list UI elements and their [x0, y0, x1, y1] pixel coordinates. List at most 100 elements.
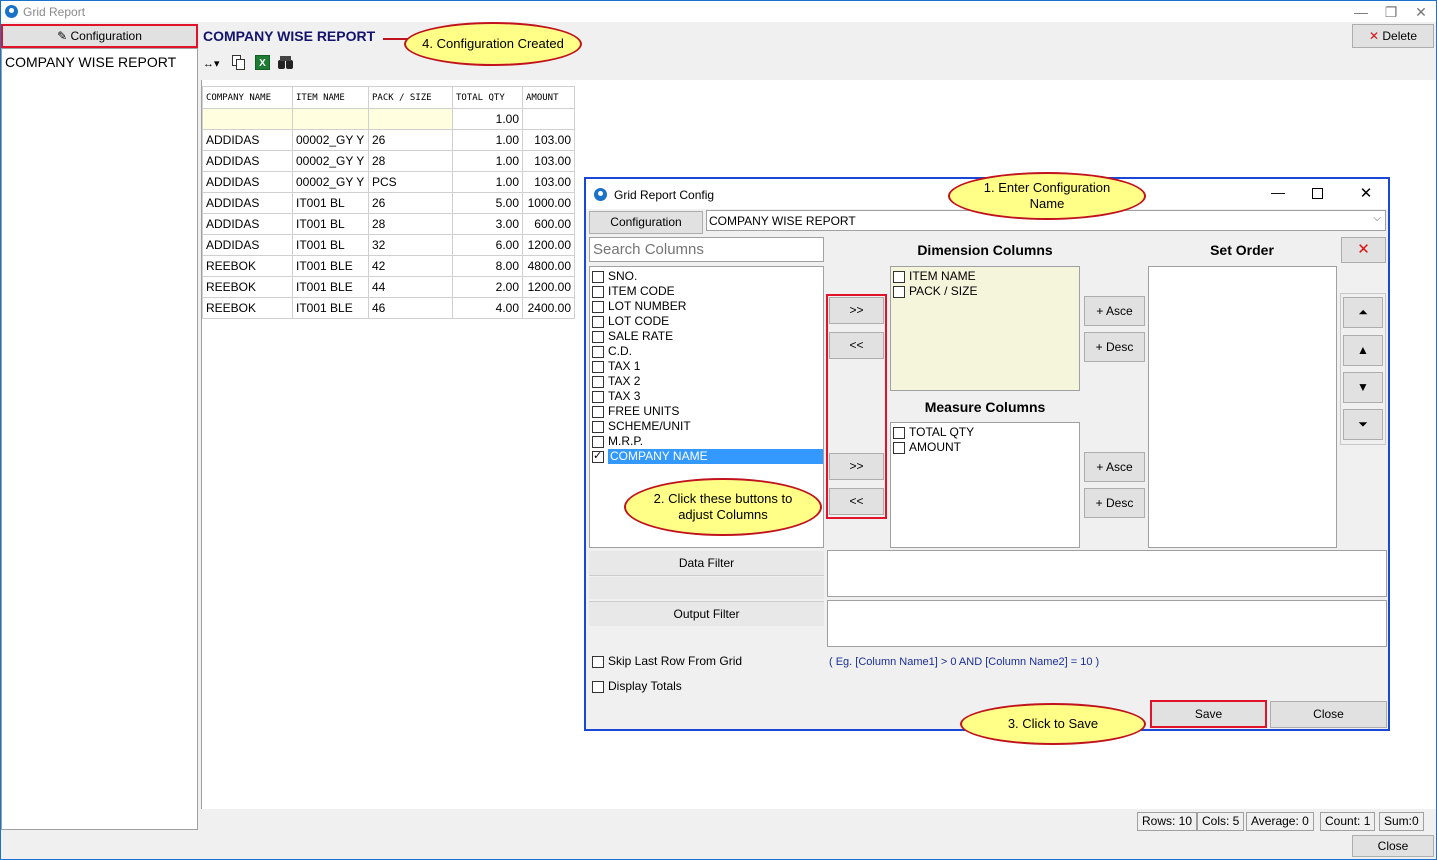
table-cell[interactable]: [522, 108, 575, 130]
table-cell[interactable]: IT001 BLE: [292, 297, 369, 319]
excel-icon[interactable]: X: [255, 55, 270, 70]
table-cell[interactable]: 4800.00: [522, 255, 575, 277]
available-column-item[interactable]: TAX 2: [592, 374, 823, 389]
table-cell[interactable]: REEBOK: [202, 297, 293, 319]
measure-asce-button[interactable]: + Asce: [1084, 452, 1145, 482]
dimension-desc-button[interactable]: + Desc: [1084, 332, 1145, 362]
table-cell[interactable]: IT001 BLE: [292, 276, 369, 298]
measure-desc-button[interactable]: + Desc: [1084, 488, 1145, 518]
table-cell[interactable]: 2400.00: [522, 297, 575, 319]
table-cell[interactable]: 5.00: [452, 192, 523, 214]
move-to-dimension-button[interactable]: >>: [829, 297, 884, 324]
available-column-item[interactable]: C.D.: [592, 344, 823, 359]
table-cell[interactable]: 00002_GY Y: [292, 171, 369, 193]
table-cell[interactable]: 103.00: [522, 171, 575, 193]
table-cell[interactable]: 600.00: [522, 213, 575, 235]
table-cell[interactable]: ADDIDAS: [202, 129, 293, 151]
column-header[interactable]: ITEM NAME: [292, 86, 369, 109]
available-column-item[interactable]: TAX 1: [592, 359, 823, 374]
available-column-item[interactable]: LOT CODE: [592, 314, 823, 329]
display-totals-checkbox[interactable]: Display Totals: [592, 679, 682, 694]
table-row[interactable]: ADDIDAS 00002_GY Y PCS 1.00 103.00: [202, 171, 575, 193]
table-cell[interactable]: 1.00: [452, 108, 523, 130]
column-header[interactable]: AMOUNT: [522, 86, 575, 109]
column-header[interactable]: TOTAL QTY: [452, 86, 523, 109]
table-cell[interactable]: ADDIDAS: [202, 171, 293, 193]
measure-column-item[interactable]: TOTAL QTY: [893, 425, 1079, 440]
move-up-button[interactable]: ▲: [1343, 335, 1383, 366]
minimize-button[interactable]: —: [1351, 3, 1371, 21]
table-cell[interactable]: 1000.00: [522, 192, 575, 214]
table-cell[interactable]: IT001 BLE: [292, 255, 369, 277]
configuration-button[interactable]: ✎ Configuration: [1, 24, 198, 48]
available-column-item[interactable]: SALE RATE: [592, 329, 823, 344]
table-cell[interactable]: 28: [368, 150, 453, 172]
output-filter-input[interactable]: [827, 600, 1387, 647]
table-cell[interactable]: REEBOK: [202, 276, 293, 298]
table-cell[interactable]: 8.00: [452, 255, 523, 277]
table-row[interactable]: REEBOK IT001 BLE 42 8.00 4800.00: [202, 255, 575, 277]
table-row[interactable]: ADDIDAS IT001 BL 28 3.00 600.00: [202, 213, 575, 235]
table-cell[interactable]: 2.00: [452, 276, 523, 298]
available-column-item[interactable]: TAX 3: [592, 389, 823, 404]
table-cell[interactable]: REEBOK: [202, 255, 293, 277]
remove-from-dimension-button[interactable]: <<: [829, 332, 884, 359]
dimension-asce-button[interactable]: + Asce: [1084, 296, 1145, 326]
fit-columns-icon[interactable]: ↔▾: [203, 56, 225, 72]
dialog-minimize-button[interactable]: —: [1268, 184, 1288, 200]
delete-button[interactable]: ✕ Delete: [1352, 24, 1434, 48]
table-cell[interactable]: PCS: [368, 171, 453, 193]
dialog-close-button[interactable]: ✕: [1356, 184, 1376, 202]
move-top-button[interactable]: ⏶: [1343, 297, 1383, 328]
table-cell[interactable]: 32: [368, 234, 453, 256]
table-cell[interactable]: 1.00: [452, 129, 523, 151]
column-header[interactable]: PACK / SIZE: [368, 86, 453, 109]
table-cell[interactable]: [202, 108, 293, 130]
skip-last-row-checkbox[interactable]: Skip Last Row From Grid: [592, 654, 742, 669]
table-row[interactable]: ADDIDAS IT001 BL 32 6.00 1200.00: [202, 234, 575, 256]
table-cell[interactable]: [368, 108, 453, 130]
available-column-item[interactable]: SCHEME/UNIT: [592, 419, 823, 434]
available-column-item[interactable]: FREE UNITS: [592, 404, 823, 419]
search-columns-input[interactable]: [589, 237, 824, 262]
table-row[interactable]: ADDIDAS 00002_GY Y 26 1.00 103.00: [202, 129, 575, 151]
available-column-item[interactable]: M.R.P.: [592, 434, 823, 449]
available-column-item[interactable]: SNO.: [592, 269, 823, 284]
table-cell[interactable]: 00002_GY Y: [292, 150, 369, 172]
remove-from-measure-button[interactable]: <<: [829, 488, 884, 515]
table-row[interactable]: 1.00: [202, 108, 575, 130]
table-row[interactable]: ADDIDAS IT001 BL 26 5.00 1000.00: [202, 192, 575, 214]
available-column-item[interactable]: COMPANY NAME: [592, 449, 823, 464]
data-filter-input[interactable]: [827, 550, 1387, 597]
available-column-item[interactable]: LOT NUMBER: [592, 299, 823, 314]
table-cell[interactable]: IT001 BL: [292, 213, 369, 235]
dialog-configuration-button[interactable]: Configuration: [589, 211, 703, 234]
table-cell[interactable]: 44: [368, 276, 453, 298]
table-cell[interactable]: 26: [368, 192, 453, 214]
dimension-column-item[interactable]: PACK / SIZE: [893, 284, 1079, 299]
table-cell[interactable]: 103.00: [522, 150, 575, 172]
table-row[interactable]: REEBOK IT001 BLE 46 4.00 2400.00: [202, 297, 575, 319]
restore-button[interactable]: ❐: [1381, 3, 1401, 21]
table-cell[interactable]: IT001 BL: [292, 192, 369, 214]
table-cell[interactable]: 26: [368, 129, 453, 151]
copy-icon[interactable]: [232, 55, 246, 71]
table-cell[interactable]: 6.00: [452, 234, 523, 256]
table-cell[interactable]: 1.00: [452, 171, 523, 193]
main-close-button[interactable]: Close: [1352, 835, 1434, 857]
table-cell[interactable]: ADDIDAS: [202, 213, 293, 235]
table-cell[interactable]: 3.00: [452, 213, 523, 235]
sidebar-item-company-wise-report[interactable]: COMPANY WISE REPORT: [5, 54, 176, 70]
table-row[interactable]: ADDIDAS 00002_GY Y 28 1.00 103.00: [202, 150, 575, 172]
table-cell[interactable]: 28: [368, 213, 453, 235]
table-cell[interactable]: 46: [368, 297, 453, 319]
save-button[interactable]: Save: [1150, 700, 1267, 728]
close-window-button[interactable]: ✕: [1411, 3, 1431, 21]
binoculars-icon[interactable]: [278, 55, 294, 70]
table-cell[interactable]: 1200.00: [522, 234, 575, 256]
table-cell[interactable]: 4.00: [452, 297, 523, 319]
dimension-column-item[interactable]: ITEM NAME: [893, 269, 1079, 284]
table-cell[interactable]: 103.00: [522, 129, 575, 151]
table-cell[interactable]: 1200.00: [522, 276, 575, 298]
clear-order-button[interactable]: ✕: [1341, 237, 1386, 263]
